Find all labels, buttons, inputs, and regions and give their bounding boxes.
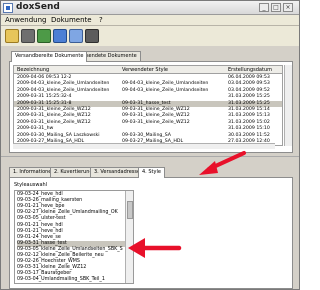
style-label: Styleauswahl xyxy=(14,182,48,188)
table-vertical-scrollbar[interactable] xyxy=(284,65,292,146)
documents-panel: Bezeichnung Verwendeter Style Erstellung… xyxy=(9,61,293,153)
menu-bar: Anwendung Dokumente ? xyxy=(1,15,299,26)
scroll-thumb[interactable] xyxy=(127,201,133,219)
title-bar: doxSend _ □ × xyxy=(1,1,299,15)
tab-versandadresse[interactable]: 3. Versandadresse xyxy=(90,167,145,177)
tab-style[interactable]: 4. Style xyxy=(138,167,165,178)
open-folder-icon[interactable] xyxy=(5,29,19,43)
tab-versandbereite[interactable]: Versandbereite Dokumente xyxy=(11,51,88,62)
toolbar xyxy=(1,26,299,46)
menu-anwendung[interactable]: Anwendung xyxy=(5,16,46,24)
app-window: doxSend _ □ × Anwendung Dokumente ? Vers… xyxy=(0,0,300,290)
print-icon[interactable] xyxy=(21,29,35,43)
arrow-to-style-tab xyxy=(199,151,246,175)
mail-icon[interactable] xyxy=(69,29,83,43)
list-item[interactable]: 09-03-04_Umlandmailing_SBK_Teil_1 xyxy=(17,277,125,283)
send-icon[interactable] xyxy=(53,29,67,43)
window-title: doxSend xyxy=(16,2,60,12)
menu-help[interactable]: ? xyxy=(99,16,103,24)
maximize-button[interactable]: □ xyxy=(271,3,281,12)
style-list[interactable]: 09-03-24_heve_hdl 09-03-26_mailing_kaerst… xyxy=(14,190,134,284)
delete-icon[interactable] xyxy=(37,29,51,43)
save-icon[interactable] xyxy=(85,29,99,43)
column-style[interactable]: Verwendeter Style xyxy=(122,67,168,73)
column-bezeichnung[interactable]: Bezeichnung xyxy=(17,67,49,73)
style-panel: Styleauswahl 09-03-24_heve_hdl 09-03-26_m… xyxy=(9,177,293,289)
arrow-to-selected-style xyxy=(128,238,182,258)
minimize-button[interactable]: _ xyxy=(259,3,269,12)
menu-dokumente[interactable]: Dokumente xyxy=(51,16,92,24)
documents-table: Bezeichnung Verwendeter Style Erstellung… xyxy=(13,65,283,146)
close-button[interactable]: × xyxy=(283,3,293,12)
splitter[interactable] xyxy=(1,156,299,157)
table-header: Bezeichnung Verwendeter Style Erstellung… xyxy=(14,66,282,74)
app-icon xyxy=(3,3,13,13)
column-datum[interactable]: Erstellungsdatum xyxy=(228,67,272,73)
